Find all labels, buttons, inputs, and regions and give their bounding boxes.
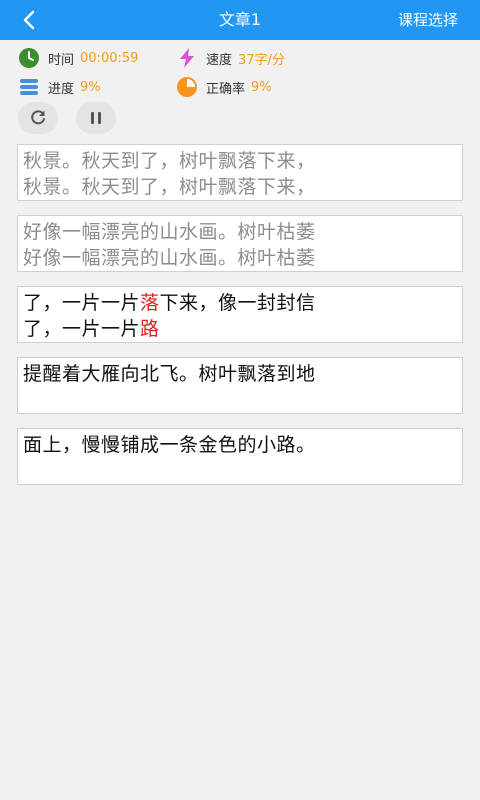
refresh-icon xyxy=(31,110,45,125)
speed-value: 37字/分 xyxy=(238,52,285,68)
typed-line: 秋景。秋天到了，树叶飘落下来， xyxy=(23,176,316,198)
source-line: 提醒着大雁向北飞。树叶飘落到地 xyxy=(23,363,316,385)
typed-line: 好像一幅漂亮的山水画。树叶枯萎 xyxy=(23,247,316,269)
source-line: 好像一幅漂亮的山水画。树叶枯萎 xyxy=(23,221,316,243)
passage-card-1[interactable]: 秋景。秋天到了，树叶飘落下来， 秋景。秋天到了，树叶飘落下来， xyxy=(17,144,463,201)
passage-card-5[interactable]: 面上，慢慢铺成一条金色的小路。 xyxy=(17,428,463,485)
source-line: 秋景。秋天到了，树叶飘落下来， xyxy=(23,150,316,172)
error-char: 路 xyxy=(140,318,160,340)
pause-icon xyxy=(91,112,101,124)
course-select-button[interactable]: 课程选择 xyxy=(398,0,458,40)
source-text: 了，一片一片 xyxy=(23,292,141,314)
progress-value: 9% xyxy=(80,79,101,95)
source-text: 下来，像一封封信 xyxy=(159,292,316,314)
passage-card-3[interactable]: 了，一片一片落下来，像一封封信 了，一片一片路 xyxy=(17,286,463,343)
top-bar: 文章1 课程选择 xyxy=(0,0,480,40)
progress-stat: 进度 9% xyxy=(18,73,101,101)
accuracy-label: 正确率 xyxy=(206,81,246,97)
error-char: 落 xyxy=(140,292,160,314)
clock-icon xyxy=(18,47,40,69)
progress-label: 进度 xyxy=(48,81,75,97)
typed-line[interactable]: 了，一片一片路 xyxy=(23,316,462,342)
pie-chart-icon xyxy=(176,76,198,98)
speed-stat: 速度 37字/分 xyxy=(176,44,285,72)
passage-card-2[interactable]: 好像一幅漂亮的山水画。树叶枯萎 好像一幅漂亮的山水画。树叶枯萎 xyxy=(17,215,463,272)
refresh-button[interactable] xyxy=(18,102,58,134)
accuracy-stat: 正确率 9% xyxy=(176,73,272,101)
time-stat: 时间 00:00:59 xyxy=(18,44,138,72)
source-line: 了，一片一片落下来，像一封封信 xyxy=(23,290,462,316)
time-value: 00:00:59 xyxy=(80,50,139,66)
stats-panel: 时间 00:00:59 速度 37字/分 进度 9% 正确率 9% xyxy=(0,40,480,140)
source-line: 面上，慢慢铺成一条金色的小路。 xyxy=(23,434,316,456)
passage-card-4[interactable]: 提醒着大雁向北飞。树叶飘落到地 xyxy=(17,357,463,414)
pause-button[interactable] xyxy=(76,102,116,134)
speed-label: 速度 xyxy=(206,52,233,68)
layers-icon xyxy=(18,76,40,98)
lightning-icon xyxy=(176,47,198,69)
time-label: 时间 xyxy=(48,52,75,68)
accuracy-value: 9% xyxy=(251,79,272,95)
typed-text: 了，一片一片 xyxy=(23,318,141,340)
